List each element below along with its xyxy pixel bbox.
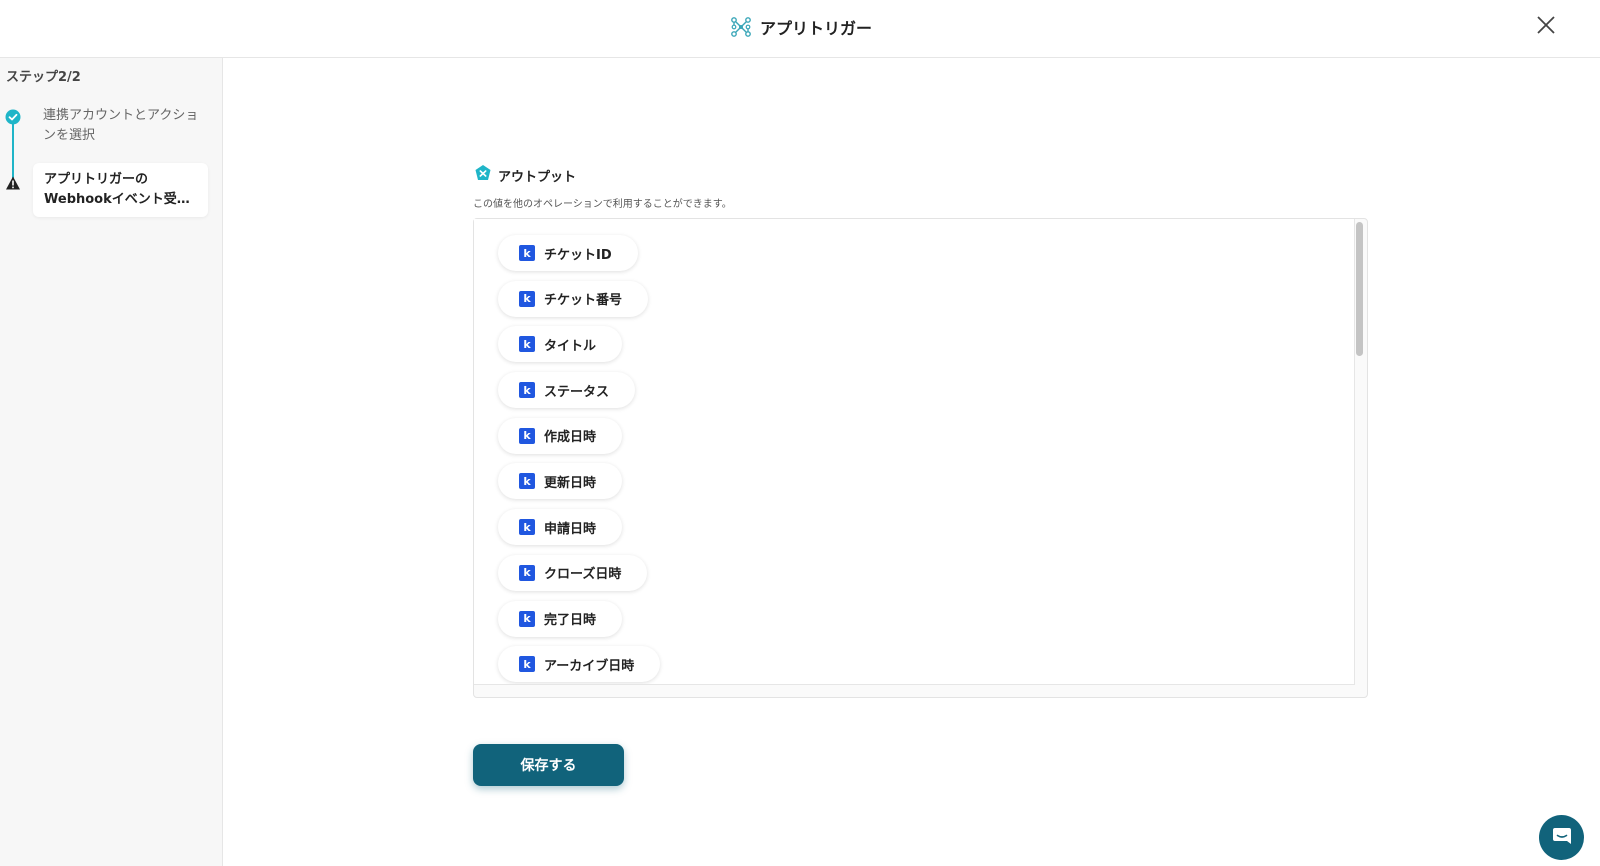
output-chip-label: 完了日時 [544,613,597,628]
output-chip-closed-at[interactable]: k クローズ日時 [498,554,648,591]
k-app-icon: k [519,245,535,261]
output-chip-list: k チケットID k チケット番号 k タイトル k ステータス k 作成日時 k 更新日時… [498,235,661,684]
output-chip-updated-at[interactable]: k 更新日時 [498,463,623,500]
k-app-icon: k [519,656,535,673]
output-chip-label: ステータス [544,384,610,400]
k-app-icon: k [519,473,535,490]
chat-launcher-button[interactable] [1539,815,1584,860]
output-section-header: アウトプット [474,164,576,186]
sidebar-step-label-line1: アプリトリガーの [44,172,149,187]
k-app-icon: k [519,519,535,536]
k-app-icon: k [519,427,535,444]
k-app-icon: k [519,290,535,307]
header-title-group: アプリトリガー [730,12,872,42]
sidebar-step-select-account[interactable]: 連携アカウントとアクションを選択 [43,106,203,146]
output-chip-completed-at[interactable]: k 完了日時 [498,600,623,637]
sidebar-step-label-line2: Webhookイベント受… [44,192,190,207]
sidebar-step-webhook-event[interactable]: アプリトリガーの Webhookイベント受… [33,163,208,217]
k-app-icon: k [519,382,535,399]
output-chip-status[interactable]: k ステータス [498,372,636,409]
output-chip-ticket-number[interactable]: k チケット番号 [498,280,649,317]
step-progress-line [12,118,14,178]
close-icon [1536,15,1556,39]
output-chip-label: チケット番号 [544,293,623,309]
output-chip-archived-at[interactable]: k アーカイブ日時 [498,646,661,683]
output-chip-label: タイトル [544,338,597,354]
output-chip-applied-at[interactable]: k 申請日時 [498,509,623,546]
save-button[interactable]: 保存する [473,744,624,786]
output-badge-icon [474,164,492,186]
output-chip-ticket-id[interactable]: k チケットID [498,235,638,271]
output-chip-label: アーカイブ日時 [544,658,635,674]
top-header: アプリトリガー [0,0,1600,58]
output-chip-label: クローズ日時 [544,567,622,583]
page-title: アプリトリガー [760,19,873,38]
step-sidebar: ステップ2/2 連携アカウントとアクションを選択 アプリトリガーの Webhoo… [0,58,223,866]
output-list-scrollbar[interactable] [1356,222,1363,356]
step-counter: ステップ2/2 [6,70,81,85]
output-chip-label: 作成日時 [544,430,597,446]
output-chip-label: 更新日時 [544,475,597,491]
output-list-scroll-area[interactable]: k チケットID k チケット番号 k タイトル k ステータス k 作成日時 k 更新日時… [474,219,1355,685]
app-trigger-network-icon [730,16,752,38]
k-app-icon: k [519,564,535,581]
chat-bubble-icon [1551,825,1573,851]
output-title: アウトプット [498,169,577,185]
warning-triangle-icon [5,175,21,191]
output-description: この値を他のオペレーションで利用することができます。 [473,199,732,210]
output-chip-title[interactable]: k タイトル [498,326,623,363]
check-circle-icon [5,109,21,125]
output-list-panel: k チケットID k チケット番号 k タイトル k ステータス k 作成日時 k 更新日時… [473,218,1368,698]
output-chip-label: 申請日時 [544,521,597,537]
close-button[interactable] [1532,13,1560,41]
k-app-icon: k [519,610,535,627]
output-chip-created-at[interactable]: k 作成日時 [498,417,623,454]
output-chip-label: チケットID [544,247,612,263]
k-app-icon: k [519,336,535,353]
